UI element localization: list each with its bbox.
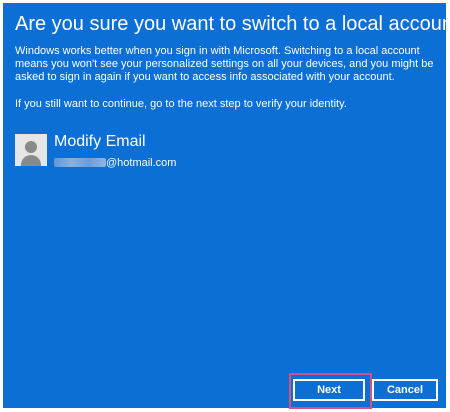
continue-instruction: If you still want to continue, go to the… bbox=[15, 98, 347, 110]
user-placeholder-icon bbox=[15, 134, 47, 166]
switch-account-dialog: Are you sure you want to switch to a loc… bbox=[3, 3, 450, 409]
cancel-button[interactable]: Cancel bbox=[372, 379, 438, 401]
description-paragraph: Windows works better when you sign in wi… bbox=[15, 45, 434, 83]
dialog-description: Windows works better when you sign in wi… bbox=[15, 45, 435, 111]
avatar-shoulders bbox=[21, 155, 41, 166]
redacted-email-username bbox=[54, 158, 106, 167]
account-email-domain: @hotmail.com bbox=[106, 157, 177, 169]
avatar-head bbox=[25, 141, 37, 153]
account-card: Modify Email @hotmail.com bbox=[15, 133, 315, 169]
account-name: Modify Email bbox=[54, 133, 146, 150]
account-email: @hotmail.com bbox=[54, 153, 177, 169]
next-button[interactable]: Next bbox=[293, 379, 365, 401]
dialog-title: Are you sure you want to switch to a loc… bbox=[15, 13, 450, 35]
